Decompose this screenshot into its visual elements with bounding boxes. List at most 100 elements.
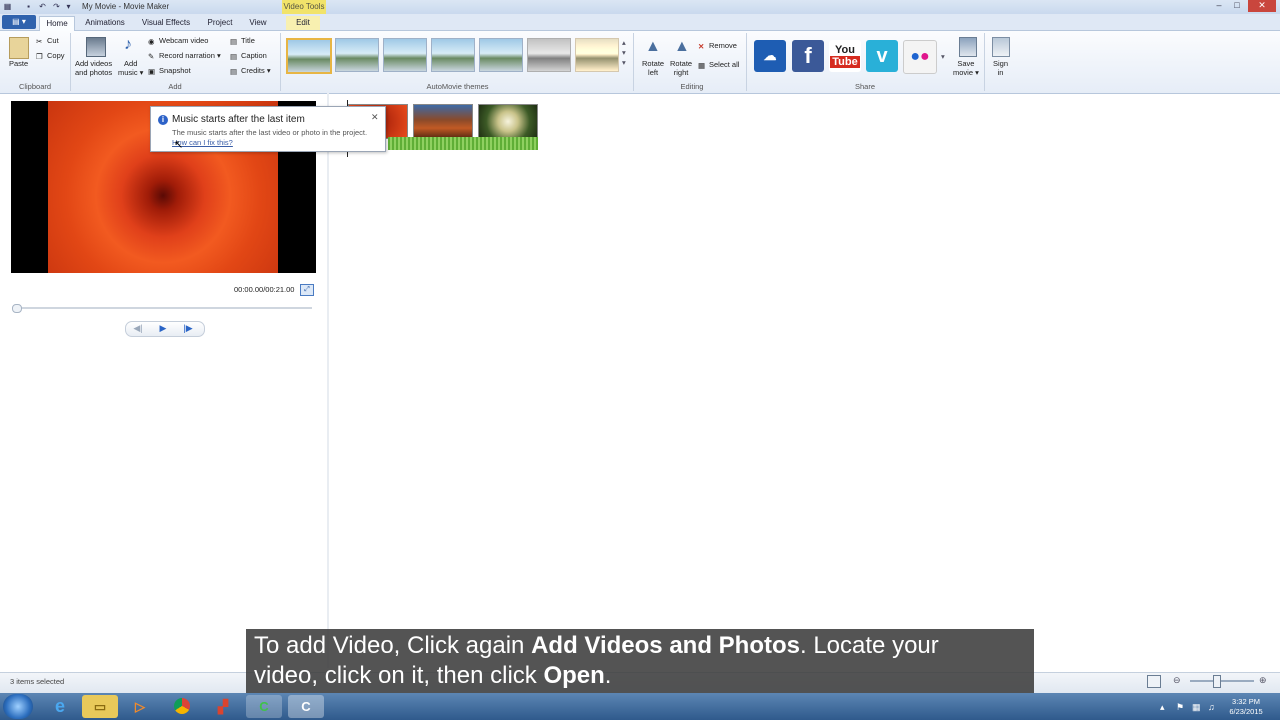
info-balloon: i Music starts after the last item The m… [150,106,386,152]
zoom-slider[interactable] [1190,680,1254,682]
theme-fade[interactable] [383,38,427,72]
onedrive-icon[interactable]: ☁ [754,40,786,72]
storyboard-clip-desert[interactable] [413,104,473,139]
flickr-icon[interactable]: ●● [903,40,937,74]
theme-contemporary[interactable] [335,38,379,72]
caption-icon: ▤ [230,52,238,62]
pane-splitter[interactable] [327,93,329,668]
add-music-button[interactable]: Add music ▾ [118,59,143,77]
tab-animations[interactable]: Animations [80,16,130,30]
vimeo-icon[interactable]: v [866,40,898,72]
music-track-strip[interactable] [388,137,538,150]
theme-cinematic[interactable] [479,38,523,72]
rotate-left-icon[interactable]: ▲ [645,38,661,56]
storyboard-view-icon[interactable] [1147,675,1161,688]
camtasia-icon[interactable]: C [246,695,282,718]
balloon-close-icon[interactable]: ✕ [371,112,379,123]
copy-button[interactable]: ❐ Copy [36,51,65,61]
ribbon-separator [746,33,747,91]
select-all-button[interactable]: ▦ Select all [698,60,739,71]
sign-in-button[interactable]: Sign in [993,59,1008,77]
redo-icon[interactable]: ↷ [52,2,61,11]
minimize-icon[interactable]: – [1212,0,1226,12]
zoom-out-icon[interactable]: ⊖ [1173,675,1181,686]
credits-button[interactable]: ▤ Credits ▾ [230,66,271,77]
credits-icon: ▤ [230,67,238,77]
save-quick-icon[interactable]: ▪ [24,2,33,11]
next-frame-icon[interactable]: |▶ [180,322,196,334]
tab-edit[interactable]: Edit [286,16,320,30]
start-button-icon[interactable] [3,694,33,719]
network-icon[interactable]: ▦ [1192,702,1201,713]
title-button[interactable]: ▤ Title [230,36,255,46]
rotate-right-button[interactable]: Rotate right [670,59,692,77]
zoom-in-icon[interactable]: ⊕ [1259,675,1267,686]
theme-pan-and-zoom[interactable] [431,38,475,72]
system-clock[interactable]: 3:32 PM 6/23/2015 [1224,697,1268,717]
theme-default[interactable] [286,38,332,74]
window-title: My Movie - Movie Maker [82,2,170,11]
automovie-themes-group-label: AutoMovie themes [426,82,489,91]
chrome-icon[interactable] [164,695,200,718]
app-icon[interactable]: ▦ [3,2,12,11]
zoom-slider-handle[interactable] [1213,675,1221,688]
theme-black-and-white[interactable] [527,38,571,72]
music-note-icon[interactable]: ♪ [124,36,132,54]
status-text: 3 items selected [10,677,65,686]
webcam-icon: ◉ [148,37,155,47]
share-gallery-scroll[interactable]: ▾ [941,52,945,61]
previous-frame-icon[interactable]: ◀| [130,322,146,334]
storyboard-clip-hydrangea[interactable] [478,104,538,139]
clipboard-group-label: Clipboard [18,82,52,91]
theme-sepia[interactable] [575,38,619,72]
tab-visual-effects[interactable]: Visual Effects [138,16,194,30]
editing-group-label: Editing [680,82,704,91]
internet-explorer-icon[interactable]: e [42,695,78,718]
title-bar: ▦ ▪ ↶ ↷ ▾ My Movie - Movie Maker [0,0,1280,14]
camtasia-recorder-icon[interactable]: C [288,695,324,718]
webcam-video-button[interactable]: ◉ Webcam video [148,36,208,47]
seek-handle[interactable] [12,304,22,313]
close-icon[interactable]: ✕ [1248,0,1276,12]
tab-home[interactable]: Home [39,16,75,31]
remove-button[interactable]: ✕ Remove [698,41,737,51]
record-narration-button[interactable]: ✎ Record narration ▾ [148,51,221,62]
add-videos-and-photos-button[interactable]: Add videos and photos [75,59,112,77]
balloon-title: Music starts after the last item [172,114,305,125]
customize-quick-access-icon[interactable]: ▾ [64,2,73,11]
themes-gallery-scroll[interactable]: ▴ ▾ ▾ [622,38,626,68]
sign-in-icon[interactable] [992,37,1010,57]
ribbon-separator [984,33,985,91]
save-movie-icon[interactable] [959,37,977,57]
rotate-right-icon[interactable]: ▲ [674,38,690,56]
movie-maker-icon[interactable]: ▞ [205,695,241,718]
fullscreen-preview-icon[interactable]: ⤢ [300,284,314,296]
select-all-icon: ▦ [698,61,706,71]
ribbon-separator [70,33,71,91]
facebook-icon[interactable]: f [792,40,824,72]
paste-icon[interactable] [9,37,29,59]
show-hidden-icons[interactable]: ▴ [1160,702,1165,713]
file-explorer-icon[interactable]: ▭ [82,695,118,718]
add-group-label: Add [168,82,182,91]
undo-icon[interactable]: ↶ [38,2,47,11]
media-player-icon[interactable]: ▷ [122,695,158,718]
seek-bar[interactable] [12,307,312,309]
volume-icon[interactable]: ♫ [1208,702,1215,712]
play-icon[interactable]: ▶ [154,322,172,334]
tab-view[interactable]: View [244,16,272,30]
app-menu-button[interactable]: ▤ ▾ [2,15,36,29]
cut-button[interactable]: ✂ Cut [36,36,59,46]
action-center-icon[interactable]: ⚑ [1176,702,1184,713]
microphone-icon: ✎ [148,52,155,62]
caption-button[interactable]: ▤ Caption [230,51,267,62]
info-icon: i [158,115,168,125]
maximize-icon[interactable]: □ [1230,0,1244,12]
paste-button[interactable]: Paste [9,59,28,68]
youtube-icon[interactable]: You Tube [829,40,861,72]
add-videos-icon[interactable] [86,37,106,57]
save-movie-button[interactable]: Save movie ▾ [953,59,979,77]
snapshot-button[interactable]: ▣ Snapshot [148,66,191,76]
tab-project[interactable]: Project [202,16,238,30]
rotate-left-button[interactable]: Rotate left [642,59,664,77]
